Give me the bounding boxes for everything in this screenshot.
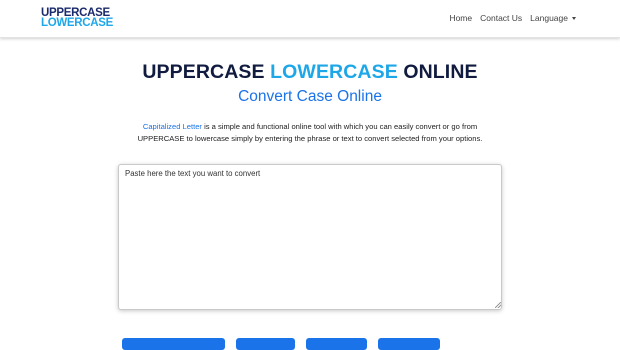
page-subtitle: Convert Case Online bbox=[238, 88, 382, 105]
page-title: UPPERCASE LOWERCASE ONLINE bbox=[0, 61, 620, 84]
title-uppercase: UPPERCASE bbox=[142, 61, 265, 83]
logo-line-lowercase: LOWERCASE bbox=[41, 17, 114, 29]
convert-option-button-4[interactable] bbox=[378, 338, 440, 350]
convert-option-button-2[interactable] bbox=[236, 338, 295, 350]
description-paragraph: Capitalized Letter is a simple and funct… bbox=[125, 121, 495, 145]
title-lowercase: LOWERCASE bbox=[270, 61, 398, 83]
text-input-area[interactable] bbox=[118, 164, 502, 310]
nav-contact-link[interactable]: Contact Us bbox=[480, 13, 522, 23]
convert-option-button-1[interactable] bbox=[122, 338, 225, 350]
nav-language-label: Language bbox=[530, 13, 568, 23]
capitalized-letter-link[interactable]: Capitalized Letter bbox=[143, 122, 202, 131]
nav-language-dropdown[interactable]: Language bbox=[530, 13, 576, 23]
nav-home-link[interactable]: Home bbox=[449, 13, 472, 23]
site-logo[interactable]: UPPERCASE LOWERCASE bbox=[41, 7, 114, 29]
nav-menu: Home Contact Us Language bbox=[449, 13, 576, 23]
resize-grip-icon[interactable] bbox=[495, 302, 501, 308]
title-online: ONLINE bbox=[403, 61, 478, 83]
convert-option-button-3[interactable] bbox=[306, 338, 367, 350]
navbar: UPPERCASE LOWERCASE Home Contact Us Lang… bbox=[0, 0, 620, 38]
caret-down-icon bbox=[572, 17, 576, 21]
